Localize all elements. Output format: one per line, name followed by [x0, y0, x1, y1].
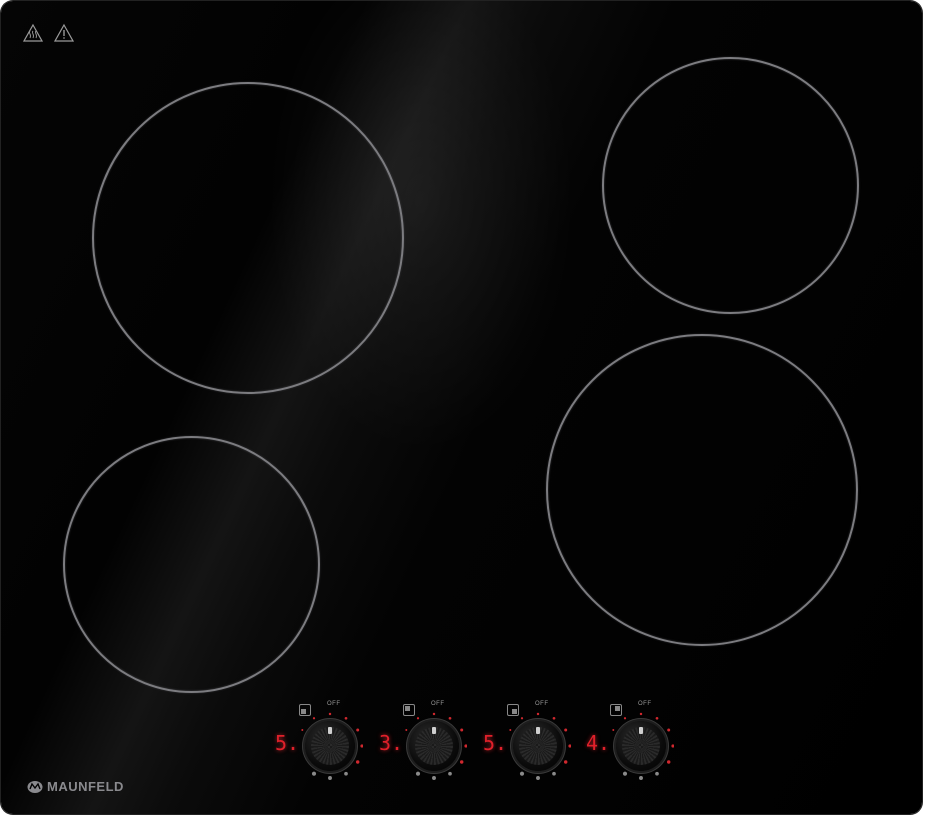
power-scale-dot [448, 771, 452, 776]
power-scale-dot [639, 712, 643, 716]
power-scale-dot [655, 771, 659, 776]
power-scale-dot [623, 717, 627, 720]
off-label: OFF [327, 701, 341, 707]
power-scale-dot [328, 712, 332, 716]
power-scale-dot [355, 760, 360, 764]
caution-triangle-icon [54, 23, 74, 42]
power-scale-dot [312, 717, 316, 720]
control-unit-1: OFF 5. [275, 701, 377, 781]
power-scale-dot [639, 776, 643, 780]
cooking-zone-rear-left[interactable] [92, 82, 404, 394]
power-scale-dot [344, 771, 348, 776]
power-scale-dot [301, 729, 304, 731]
off-label: OFF [431, 701, 445, 707]
power-scale-dot [612, 729, 615, 731]
power-scale-dot [536, 776, 540, 780]
knob-pointer [639, 727, 643, 734]
power-scale-dot [564, 728, 568, 732]
power-scale-dot [655, 716, 659, 720]
control-knob-1[interactable] [305, 721, 355, 771]
power-scale-dot [667, 728, 671, 732]
off-label: OFF [535, 701, 549, 707]
power-scale-dot [344, 716, 348, 720]
off-label: OFF [638, 701, 652, 707]
power-level-display: 3. [379, 731, 404, 755]
cooking-zone-front-right[interactable] [546, 334, 858, 646]
hot-surface-warning-icon [23, 23, 43, 42]
zone-indicator-icon [299, 704, 311, 716]
power-level-display: 5. [275, 731, 300, 755]
power-scale-dot [563, 760, 568, 764]
power-level-display: 4. [586, 731, 611, 755]
power-scale-dot [448, 716, 452, 720]
brand-name: MAUNFELD [47, 779, 124, 794]
power-scale-dot [622, 771, 628, 776]
knob-pointer [328, 727, 332, 734]
power-scale-dot [464, 744, 467, 748]
cooking-zone-front-left[interactable] [63, 436, 320, 693]
power-scale-dot [519, 771, 525, 776]
power-level-display: 5. [483, 731, 508, 755]
power-scale-dot [509, 729, 512, 731]
control-unit-3: OFF 5. [483, 701, 585, 781]
power-scale-dot [328, 776, 332, 780]
control-unit-2: OFF 3. [379, 701, 481, 781]
control-knob-3[interactable] [513, 721, 563, 771]
power-scale-dot [311, 771, 317, 776]
power-scale-dot [405, 729, 408, 731]
cooktop-glass-panel: MAUNFELD OFF 5. OFF 3. OFF 5. OFF 4. [1, 1, 922, 814]
knob-pointer [536, 727, 540, 734]
zone-indicator-icon [610, 704, 622, 716]
power-scale-dot [360, 744, 363, 748]
power-scale-dot [432, 776, 436, 780]
control-unit-4: OFF 4. [586, 701, 688, 781]
maunfeld-logo-icon [27, 780, 43, 793]
power-scale-dot [415, 771, 421, 776]
power-scale-dot [552, 716, 556, 720]
power-scale-dot [568, 744, 571, 748]
power-scale-dot [536, 712, 540, 716]
power-scale-dot [459, 760, 464, 764]
power-scale-dot [460, 728, 464, 732]
cooking-zone-rear-right[interactable] [602, 57, 859, 314]
power-scale-dot [520, 717, 524, 720]
power-scale-dot [356, 728, 360, 732]
control-knob-2[interactable] [409, 721, 459, 771]
zone-indicator-icon [507, 704, 519, 716]
brand-logo: MAUNFELD [27, 779, 124, 794]
power-scale-dot [432, 712, 436, 716]
power-scale-dot [416, 717, 420, 720]
knob-pointer [432, 727, 436, 734]
power-scale-dot [552, 771, 556, 776]
power-scale-dot [666, 760, 671, 764]
zone-indicator-icon [403, 704, 415, 716]
power-scale-dot [671, 744, 674, 748]
control-knob-4[interactable] [616, 721, 666, 771]
